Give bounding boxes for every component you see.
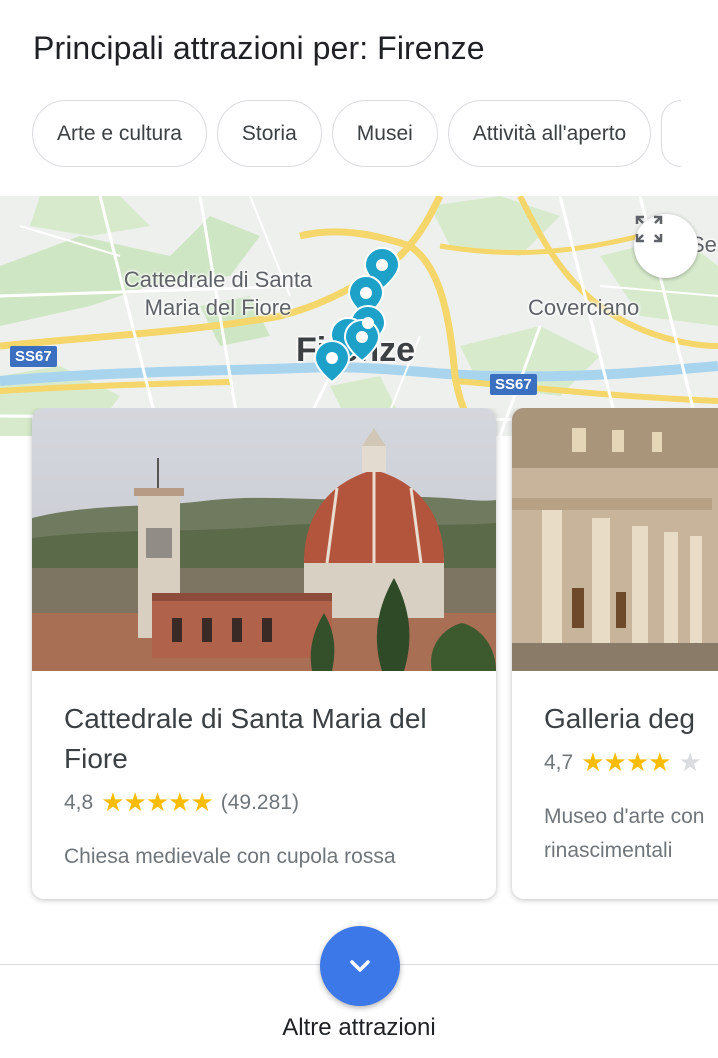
rating-row: 4,8 ★★★★★ (49.281) [64, 787, 464, 818]
fullscreen-icon [635, 215, 663, 243]
map-pins [313, 246, 401, 384]
attractions-map[interactable]: Cattedrale di Santa Maria del Fiore Cove… [0, 196, 718, 436]
rating-stars-icon: ★★★★ [581, 747, 671, 777]
chip-arte-cultura[interactable]: Arte e cultura [32, 100, 207, 167]
card-body: Galleria deg 4,7 ★★★★ ★ Museo d'arte con… [512, 671, 718, 868]
rating-value: 4,8 [64, 790, 94, 814]
rating-row: 4,7 ★★★★ ★ [544, 747, 718, 778]
attractions-carousel[interactable]: Cattedrale di Santa Maria del Fiore 4,8 … [0, 408, 718, 908]
category-chips: Arte e cultura Storia Musei Attività all… [32, 100, 682, 167]
card-body: Cattedrale di Santa Maria del Fiore 4,8 … [32, 671, 496, 874]
map-expand-button[interactable] [634, 214, 698, 278]
half-star-icon: ★ [678, 747, 701, 777]
chip-partial-next[interactable] [661, 100, 682, 167]
more-attractions-label[interactable]: Altre attrazioni [0, 1014, 718, 1042]
chip-attivita-aperto[interactable]: Attività all'aperto [447, 100, 652, 167]
chevron-down-icon [350, 960, 370, 972]
attraction-card-galleria[interactable]: Galleria deg 4,7 ★★★★ ★ Museo d'arte con… [512, 408, 718, 899]
card-description-line1: Museo d'arte con [544, 805, 705, 828]
chip-storia[interactable]: Storia [216, 100, 322, 167]
uffizi-photo [512, 408, 718, 671]
page-title: Principali attrazioni per: Firenze [33, 30, 485, 66]
card-image-duomo [32, 408, 496, 671]
card-description-line2: rinascimentali [544, 839, 673, 862]
card-title[interactable]: Cattedrale di Santa Maria del Fiore [64, 699, 464, 779]
card-description: Museo d'arte con rinascimentali [544, 800, 718, 868]
review-count: (49.281) [220, 790, 299, 814]
chip-musei[interactable]: Musei [331, 100, 438, 167]
more-attractions-button[interactable] [320, 926, 400, 1006]
duomo-photo [32, 408, 496, 671]
attraction-card-cattedrale[interactable]: Cattedrale di Santa Maria del Fiore 4,8 … [32, 408, 496, 899]
rating-stars-icon: ★★★★★ [101, 787, 214, 817]
card-description: Chiesa medievale con cupola rossa [64, 845, 396, 868]
card-title[interactable]: Galleria deg [544, 699, 718, 739]
card-image-uffizi [512, 408, 718, 671]
rating-value: 4,7 [544, 750, 574, 774]
